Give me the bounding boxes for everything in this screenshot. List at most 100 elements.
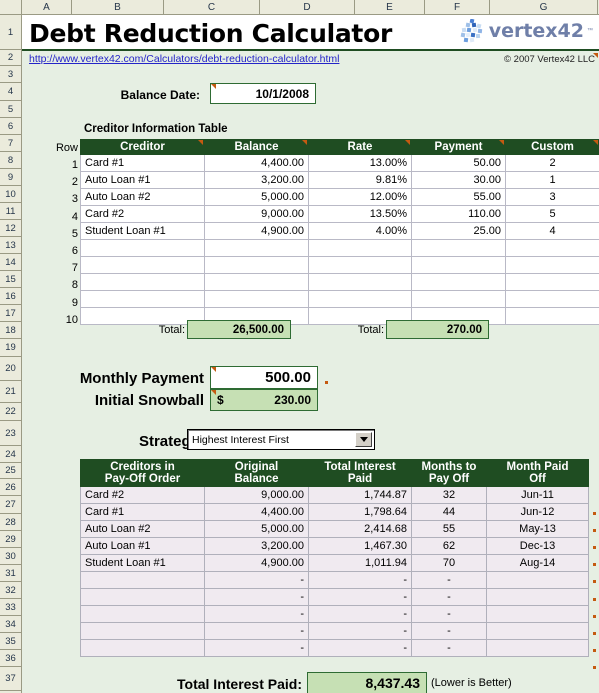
note-marker-icon[interactable]	[593, 597, 596, 601]
cell-month-paid-off[interactable]	[486, 605, 589, 623]
cell-rate[interactable]	[308, 273, 412, 291]
table-row[interactable]: Card #1 4,400.00 1,798.64 44 Jun-12	[80, 503, 589, 521]
cell-month-paid-off[interactable]: Jun-12	[486, 503, 589, 521]
cell-rate[interactable]	[308, 290, 412, 308]
cell-custom[interactable]	[505, 290, 599, 308]
note-marker-icon[interactable]	[593, 546, 596, 550]
note-marker-icon[interactable]	[593, 512, 596, 515]
table-row[interactable]	[80, 307, 599, 325]
table-row[interactable]	[80, 239, 599, 257]
chevron-down-icon[interactable]	[355, 432, 372, 447]
note-marker-icon[interactable]	[593, 529, 596, 533]
cell-month-paid-off[interactable]	[486, 588, 589, 606]
cell-payment[interactable]	[411, 239, 506, 257]
cell-custom[interactable]: 2	[505, 154, 599, 172]
table-row[interactable]: ---	[80, 588, 589, 606]
cell-payment[interactable]: 50.00	[411, 154, 506, 172]
col-creditor[interactable]: Creditor	[80, 139, 205, 155]
cell-months[interactable]: -	[411, 588, 487, 606]
column-header-a[interactable]: A	[22, 0, 72, 14]
col-custom[interactable]: Custom	[505, 139, 599, 155]
cell-balance[interactable]: 5,000.00	[204, 188, 309, 206]
row-header-27[interactable]: 27	[0, 496, 21, 514]
cell-creditor[interactable]: Card #1	[80, 154, 205, 172]
note-marker-icon[interactable]	[499, 140, 504, 145]
row-header-28[interactable]: 28	[0, 514, 21, 531]
cell-rate[interactable]: 4.00%	[308, 222, 412, 240]
note-marker-icon[interactable]	[198, 140, 203, 145]
row-header-11[interactable]: 11	[0, 203, 21, 220]
table-row[interactable]: Auto Loan #1 3,200.00 9.81% 30.00 1	[80, 171, 599, 189]
cell-balance[interactable]: 9,000.00	[204, 205, 309, 223]
strategy-dropdown[interactable]: Highest Interest First	[187, 429, 375, 450]
cell-months[interactable]: -	[411, 605, 487, 623]
table-row[interactable]: Auto Loan #2 5,000.00 12.00% 55.00 3	[80, 188, 599, 206]
cell-payment[interactable]	[411, 273, 506, 291]
cell-balance[interactable]	[204, 256, 309, 274]
col-original-balance[interactable]: Original Balance	[204, 459, 309, 487]
note-marker-icon[interactable]	[593, 665, 596, 669]
cell-creditor[interactable]	[80, 307, 205, 325]
column-header-e[interactable]: E	[355, 0, 425, 14]
table-row[interactable]	[80, 273, 599, 291]
cell-month-paid-off[interactable]	[486, 622, 589, 640]
cell-months[interactable]: 70	[411, 554, 487, 572]
note-marker-icon[interactable]	[593, 140, 598, 145]
note-marker-icon[interactable]	[593, 648, 596, 652]
table-row[interactable]: ---	[80, 605, 589, 623]
monthly-payment-input[interactable]: 500.00	[210, 366, 318, 389]
column-header-d[interactable]: D	[260, 0, 355, 14]
row-header-6[interactable]: 6	[0, 118, 21, 135]
cell-payment[interactable]	[411, 290, 506, 308]
cell-custom[interactable]: 5	[505, 205, 599, 223]
cell-month-paid-off[interactable]: Jun-11	[486, 486, 589, 504]
select-all-corner[interactable]	[0, 0, 22, 14]
cell-month-paid-off[interactable]: Aug-14	[486, 554, 589, 572]
note-marker-icon[interactable]	[593, 631, 596, 635]
table-row[interactable]	[80, 256, 599, 274]
cell-month-paid-off[interactable]	[486, 571, 589, 589]
cell-months[interactable]: 44	[411, 503, 487, 521]
cell-balance[interactable]: 4,400.00	[204, 154, 309, 172]
row-header-2[interactable]: 2	[0, 50, 21, 66]
row-header-10[interactable]: 10	[0, 186, 21, 203]
col-months-to-pay-off[interactable]: Months to Pay Off	[411, 459, 487, 487]
cell-original-balance[interactable]: -	[204, 588, 309, 606]
note-marker-icon[interactable]	[211, 390, 216, 395]
cell-custom[interactable]	[505, 307, 599, 325]
cell-balance[interactable]: 4,900.00	[204, 222, 309, 240]
vertex42-logo[interactable]: vertex42 ™	[460, 19, 593, 43]
cell-rate[interactable]: 9.81%	[308, 171, 412, 189]
row-header-15[interactable]: 15	[0, 271, 21, 288]
row-header-35[interactable]: 35	[0, 633, 21, 650]
row-header-3[interactable]: 3	[0, 66, 21, 83]
note-marker-icon[interactable]	[211, 84, 216, 89]
table-row[interactable]: Card #2 9,000.00 1,744.87 32 Jun-11	[80, 486, 589, 504]
cell-total-interest[interactable]: 2,414.68	[308, 520, 412, 538]
cell-custom[interactable]: 3	[505, 188, 599, 206]
col-rate[interactable]: Rate	[308, 139, 412, 155]
table-row[interactable]: Student Loan #1 4,900.00 1,011.94 70 Aug-14	[80, 554, 589, 572]
table-row[interactable]: ---	[80, 571, 589, 589]
row-header-33[interactable]: 33	[0, 599, 21, 616]
cell-original-balance[interactable]: 9,000.00	[204, 486, 309, 504]
cell-creditor[interactable]	[80, 639, 205, 657]
table-row[interactable]: Auto Loan #1 3,200.00 1,467.30 62 Dec-13	[80, 537, 589, 555]
row-header-14[interactable]: 14	[0, 254, 21, 271]
column-header-f[interactable]: F	[425, 0, 490, 14]
cell-creditor[interactable]	[80, 588, 205, 606]
row-header-37[interactable]: 37	[0, 667, 21, 691]
row-header-1[interactable]: 1	[0, 15, 21, 50]
cell-original-balance[interactable]: -	[204, 605, 309, 623]
cell-total-interest[interactable]: -	[308, 571, 412, 589]
row-header-8[interactable]: 8	[0, 152, 21, 169]
cell-rate[interactable]	[308, 239, 412, 257]
cell-total-interest[interactable]: 1,744.87	[308, 486, 412, 504]
cell-custom[interactable]	[505, 256, 599, 274]
cell-custom[interactable]	[505, 273, 599, 291]
cell-payment[interactable]: 30.00	[411, 171, 506, 189]
row-header-5[interactable]: 5	[0, 101, 21, 118]
cell-original-balance[interactable]: -	[204, 622, 309, 640]
cell-creditor[interactable]	[80, 256, 205, 274]
cell-original-balance[interactable]: -	[204, 571, 309, 589]
